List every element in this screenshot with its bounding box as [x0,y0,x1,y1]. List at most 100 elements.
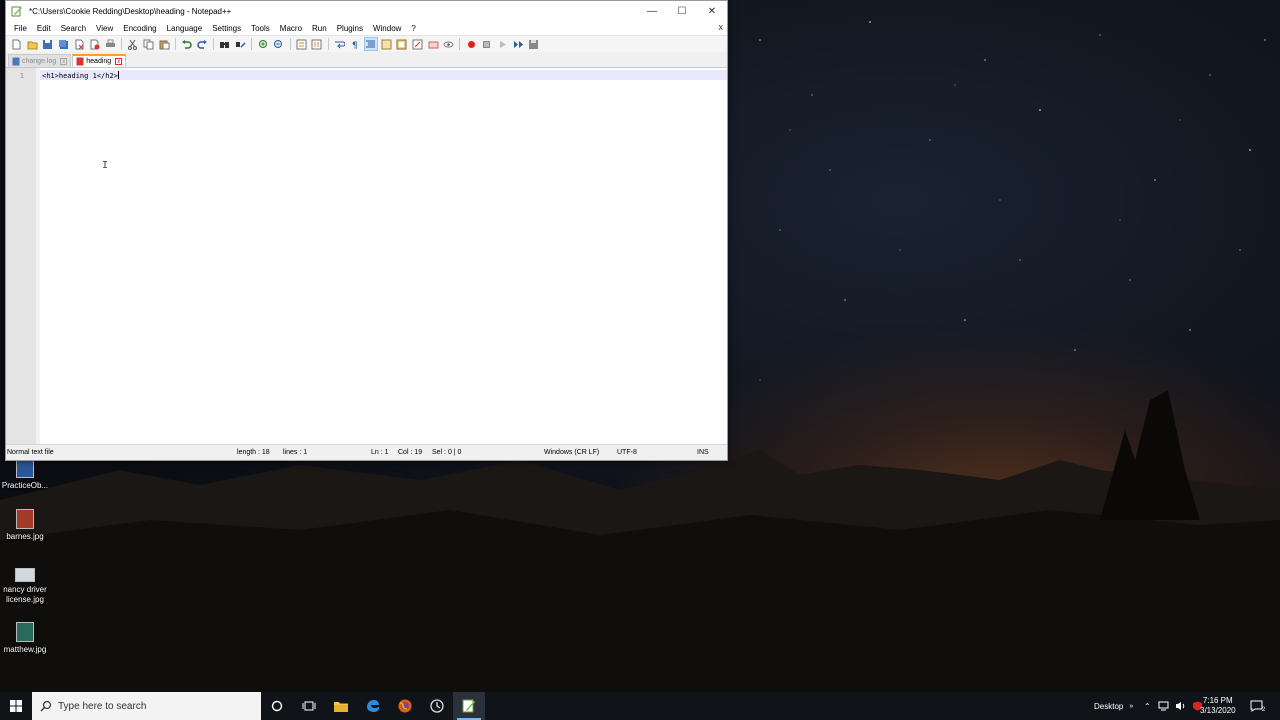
text-caret [117,71,119,79]
desktop-toolbar-label[interactable]: Desktop » [1094,692,1133,720]
tab-label: change.log [22,57,57,65]
folder-icon [334,701,348,712]
show-all-chars-icon[interactable]: ¶ [349,38,361,50]
document-map-icon[interactable] [396,38,408,50]
close-file-icon[interactable] [73,38,85,50]
volume-icon[interactable] [1175,701,1186,711]
user-defined-language-icon[interactable] [380,38,392,50]
sync-horizontal-icon[interactable] [311,38,323,50]
word-wrap-icon[interactable] [333,38,345,50]
tab-close-icon[interactable]: x [60,57,68,65]
macro-record-icon[interactable] [465,38,477,50]
zoom-out-icon[interactable] [273,38,285,50]
title-bar[interactable]: *C:\Users\Cookie Redding\Desktop\heading… [6,1,727,21]
indent-guide-icon[interactable] [363,37,378,51]
tab-change-log[interactable]: change.log x [8,54,72,67]
ibeam-cursor-icon: I [102,160,109,171]
menu-tools[interactable]: Tools [246,24,275,33]
system-tray: ⌃ [1140,692,1206,720]
function-list-icon[interactable] [411,38,423,50]
cortana-button[interactable] [261,692,293,720]
menu-help[interactable]: ? [406,24,420,33]
redo-icon[interactable] [196,38,208,50]
menu-language[interactable]: Language [162,24,208,33]
close-all-icon[interactable] [89,38,101,50]
document-tab-bar: change.log x heading x [6,52,727,68]
cut-icon[interactable] [127,38,139,50]
taskbar-search-input[interactable]: Type here to search [32,692,261,720]
menu-macro[interactable]: Macro [275,24,307,33]
editor-area[interactable]: 1 <h1>heading 1</h2> I [6,68,727,444]
system-clock[interactable]: 7:16 PM 3/13/2020 [1200,692,1236,720]
menu-search[interactable]: Search [56,24,91,33]
minimize-button[interactable]: — [637,1,667,21]
zoom-in-icon[interactable] [257,38,269,50]
close-button[interactable]: ✕ [697,1,727,21]
fold-margin [36,68,40,444]
task-view-button[interactable] [293,692,325,720]
desktop-icon-label: nancy driver license.jpg [3,585,47,604]
desktop-icon-matthew[interactable]: matthew.jpg [0,622,50,655]
new-file-icon[interactable] [11,38,23,50]
print-icon[interactable] [104,38,116,50]
notification-count: 2 [1262,707,1266,713]
taskbar-firefox[interactable] [389,692,421,720]
sync-vertical-icon[interactable] [295,38,307,50]
monitoring-icon[interactable] [443,38,455,50]
tab-label: heading [86,58,112,65]
desktop-icon-barnes[interactable]: barnes.jpg [0,509,50,542]
replace-icon[interactable] [235,38,247,50]
menu-window[interactable]: Window [368,24,406,33]
taskbar: Type here to search Desktop » ⌃ 7:16 PM … [0,692,1280,720]
taskbar-edge[interactable] [357,692,389,720]
close-document-button[interactable]: x [719,22,724,32]
search-placeholder: Type here to search [58,700,147,712]
macro-save-icon[interactable] [528,38,540,50]
start-button[interactable] [0,692,32,720]
maximize-button[interactable]: ☐ [667,1,697,21]
taskbar-notepadpp[interactable] [453,692,485,720]
edge-browser-icon [367,700,379,712]
chevron-double-right-icon: » [1129,702,1134,710]
network-icon[interactable] [1158,701,1169,711]
taskbar-file-explorer[interactable] [325,692,357,720]
notepadpp-window: *C:\Users\Cookie Redding\Desktop\heading… [5,0,728,461]
show-hidden-icons-chevron-icon[interactable]: ⌃ [1144,702,1151,711]
menu-edit[interactable]: Edit [32,24,56,33]
menu-file[interactable]: File [9,24,32,33]
copy-icon[interactable] [143,38,155,50]
action-center-button[interactable]: 2 [1250,692,1265,720]
status-bar: Normal text file length : 18 lines : 1 L… [6,444,727,460]
folder-as-workspace-icon[interactable] [427,38,439,50]
status-insert-mode: INS [697,449,709,456]
svg-text:¶: ¶ [352,41,358,50]
save-icon[interactable] [42,38,54,50]
macro-run-multiple-icon[interactable] [512,38,524,50]
menu-plugins[interactable]: Plugins [332,24,368,33]
undo-icon[interactable] [181,38,193,50]
desktop-icon-nancy-driver-license[interactable]: nancy driver license.jpg [0,568,50,605]
code-line[interactable]: <h1>heading 1</h2> [42,71,119,80]
menu-encoding[interactable]: Encoding [118,24,161,33]
clock-date: 3/13/2020 [1200,706,1236,715]
taskbar-app-clock[interactable] [421,692,453,720]
macro-stop-icon[interactable] [481,38,493,50]
windows-logo-icon [10,700,22,712]
menu-run[interactable]: Run [307,24,332,33]
paste-icon[interactable] [158,38,170,50]
macro-play-icon[interactable] [496,38,508,50]
task-view-icon [302,701,316,711]
status-eol[interactable]: Windows (CR LF) [544,449,599,456]
menu-settings[interactable]: Settings [207,24,246,33]
desktop-icon-practiceob[interactable]: PracticeOb... [0,458,50,491]
open-file-icon[interactable] [26,38,38,50]
search-icon [40,700,52,712]
find-icon[interactable] [219,38,231,50]
status-encoding[interactable]: UTF-8 [617,449,637,456]
word-doc-icon [16,458,34,478]
tab-close-icon[interactable]: x [115,58,123,65]
save-all-icon[interactable] [58,38,70,50]
window-title: *C:\Users\Cookie Redding\Desktop\heading… [29,6,232,16]
menu-view[interactable]: View [91,24,118,33]
tab-heading[interactable]: heading x [72,54,127,67]
